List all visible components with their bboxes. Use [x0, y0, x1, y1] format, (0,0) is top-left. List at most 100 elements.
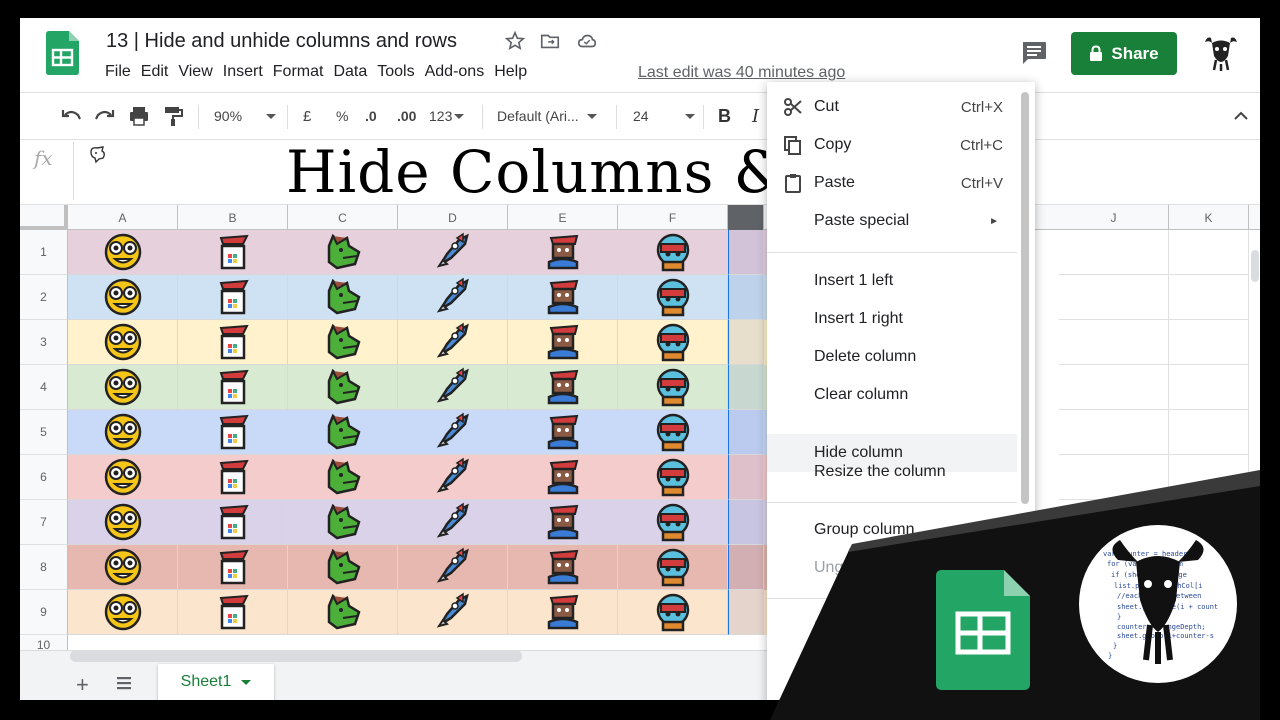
zoom-select[interactable]: 90% — [214, 103, 277, 129]
cell-j3[interactable] — [1059, 320, 1169, 365]
cell-d3[interactable] — [398, 320, 508, 365]
more-formats-select[interactable]: 123 — [429, 103, 465, 129]
menu-file[interactable]: File — [104, 63, 139, 81]
cell-j1[interactable] — [1059, 230, 1169, 275]
column-header-d[interactable]: D — [398, 205, 508, 230]
menu-item-sort-sheet-za[interactable]: Sort sheet — [767, 646, 1017, 684]
cell-a1[interactable] — [68, 230, 178, 275]
comment-history-icon[interactable] — [1020, 40, 1048, 66]
menu-item-insert-right[interactable]: Insert 1 right — [767, 300, 1017, 338]
cell-c2[interactable] — [288, 275, 398, 320]
cell-b4[interactable] — [178, 365, 288, 410]
menu-item-clear-column[interactable]: Clear column — [767, 376, 1017, 414]
cell-a6[interactable] — [68, 455, 178, 500]
cell-k3[interactable] — [1169, 320, 1249, 365]
row-header-2[interactable]: 2 — [20, 275, 68, 320]
cell-j2[interactable] — [1059, 275, 1169, 320]
cell-a8[interactable] — [68, 545, 178, 590]
cell-f5[interactable] — [618, 410, 728, 455]
cell-j5[interactable] — [1059, 410, 1169, 455]
menu-item-paste[interactable]: Paste Ctrl+V — [767, 164, 1017, 202]
column-header-e[interactable]: E — [508, 205, 618, 230]
cell-g1[interactable] — [728, 230, 764, 275]
document-title[interactable]: 13 | Hide and unhide columns and rows — [106, 30, 457, 53]
increase-decimal-button[interactable]: .00 — [397, 103, 416, 129]
cell-d9[interactable] — [398, 590, 508, 635]
cell-j7[interactable] — [1059, 500, 1169, 545]
menu-item-group-column[interactable]: Group column — [767, 511, 1017, 549]
account-avatar[interactable] — [1203, 34, 1239, 72]
move-folder-icon[interactable] — [539, 30, 561, 52]
sheet-tab-sheet1[interactable]: Sheet1 — [158, 664, 274, 700]
paint-format-icon[interactable] — [162, 103, 184, 129]
row-header-4[interactable]: 4 — [20, 365, 68, 410]
select-all-corner[interactable] — [20, 205, 68, 230]
star-icon[interactable] — [504, 30, 526, 52]
cell-a5[interactable] — [68, 410, 178, 455]
cell-b9[interactable] — [178, 590, 288, 635]
cell-c6[interactable] — [288, 455, 398, 500]
column-header-k[interactable]: K — [1169, 205, 1249, 230]
collapse-chevron-up-icon[interactable] — [1232, 103, 1250, 129]
cell-d7[interactable] — [398, 500, 508, 545]
last-edit-link[interactable]: Last edit was 40 minutes ago — [638, 64, 845, 82]
cell-g4[interactable] — [728, 365, 764, 410]
cell-f2[interactable] — [618, 275, 728, 320]
menu-scrollbar[interactable] — [1021, 92, 1029, 504]
print-icon[interactable] — [128, 103, 150, 129]
cell-k6[interactable] — [1169, 455, 1249, 500]
menu-tools[interactable]: Tools — [376, 63, 422, 81]
cell-e5[interactable] — [508, 410, 618, 455]
cell-j6[interactable] — [1059, 455, 1169, 500]
cell-k9[interactable] — [1169, 590, 1249, 635]
vertical-scrollbar[interactable] — [1251, 250, 1259, 282]
cell-c1[interactable] — [288, 230, 398, 275]
font-select[interactable]: Default (Ari... — [497, 103, 597, 129]
menu-item-sort-sheet-az[interactable]: Sort sheet — [767, 608, 1017, 646]
cell-g5[interactable] — [728, 410, 764, 455]
cell-j9[interactable] — [1059, 590, 1169, 635]
cell-e9[interactable] — [508, 590, 618, 635]
cell-c9[interactable] — [288, 590, 398, 635]
cell-g7[interactable] — [728, 500, 764, 545]
row-header-9[interactable]: 9 — [20, 590, 68, 635]
add-sheet-button[interactable]: + — [76, 672, 89, 698]
cell-e4[interactable] — [508, 365, 618, 410]
menu-add-ons[interactable]: Add-ons — [424, 63, 493, 81]
redo-icon[interactable] — [94, 103, 116, 129]
cell-b6[interactable] — [178, 455, 288, 500]
currency-format-button[interactable]: £ — [303, 103, 311, 129]
cell-d8[interactable] — [398, 545, 508, 590]
row-header-1[interactable]: 1 — [20, 230, 68, 275]
cell-f1[interactable] — [618, 230, 728, 275]
column-header-g[interactable] — [728, 205, 764, 230]
cell-e3[interactable] — [508, 320, 618, 365]
cell-c8[interactable] — [288, 545, 398, 590]
cell-d1[interactable] — [398, 230, 508, 275]
cell-j10[interactable] — [1059, 635, 1169, 650]
cell-k8[interactable] — [1169, 545, 1249, 590]
menu-item-resize-column[interactable]: Resize the column — [767, 453, 1017, 491]
cell-g9[interactable] — [728, 590, 764, 635]
column-header-j[interactable]: J — [1059, 205, 1169, 230]
cell-k5[interactable] — [1169, 410, 1249, 455]
menu-item-delete-column[interactable]: Delete column — [767, 338, 1017, 376]
cell-a3[interactable] — [68, 320, 178, 365]
cell-e8[interactable] — [508, 545, 618, 590]
row-header-6[interactable]: 6 — [20, 455, 68, 500]
cell-k2[interactable] — [1169, 275, 1249, 320]
cell-g8[interactable] — [728, 545, 764, 590]
cell-e1[interactable] — [508, 230, 618, 275]
cell-g6[interactable] — [728, 455, 764, 500]
row-header-3[interactable]: 3 — [20, 320, 68, 365]
column-header-a[interactable]: A — [68, 205, 178, 230]
cell-k4[interactable] — [1169, 365, 1249, 410]
menu-item-paste-special[interactable]: Paste special ► — [767, 202, 1017, 240]
cell-a7[interactable] — [68, 500, 178, 545]
decrease-decimal-button[interactable]: .0 — [365, 103, 377, 129]
menu-edit[interactable]: Edit — [140, 63, 177, 81]
column-header-b[interactable]: B — [178, 205, 288, 230]
cell-b7[interactable] — [178, 500, 288, 545]
all-sheets-menu-icon[interactable] — [116, 675, 132, 691]
cell-j4[interactable] — [1059, 365, 1169, 410]
